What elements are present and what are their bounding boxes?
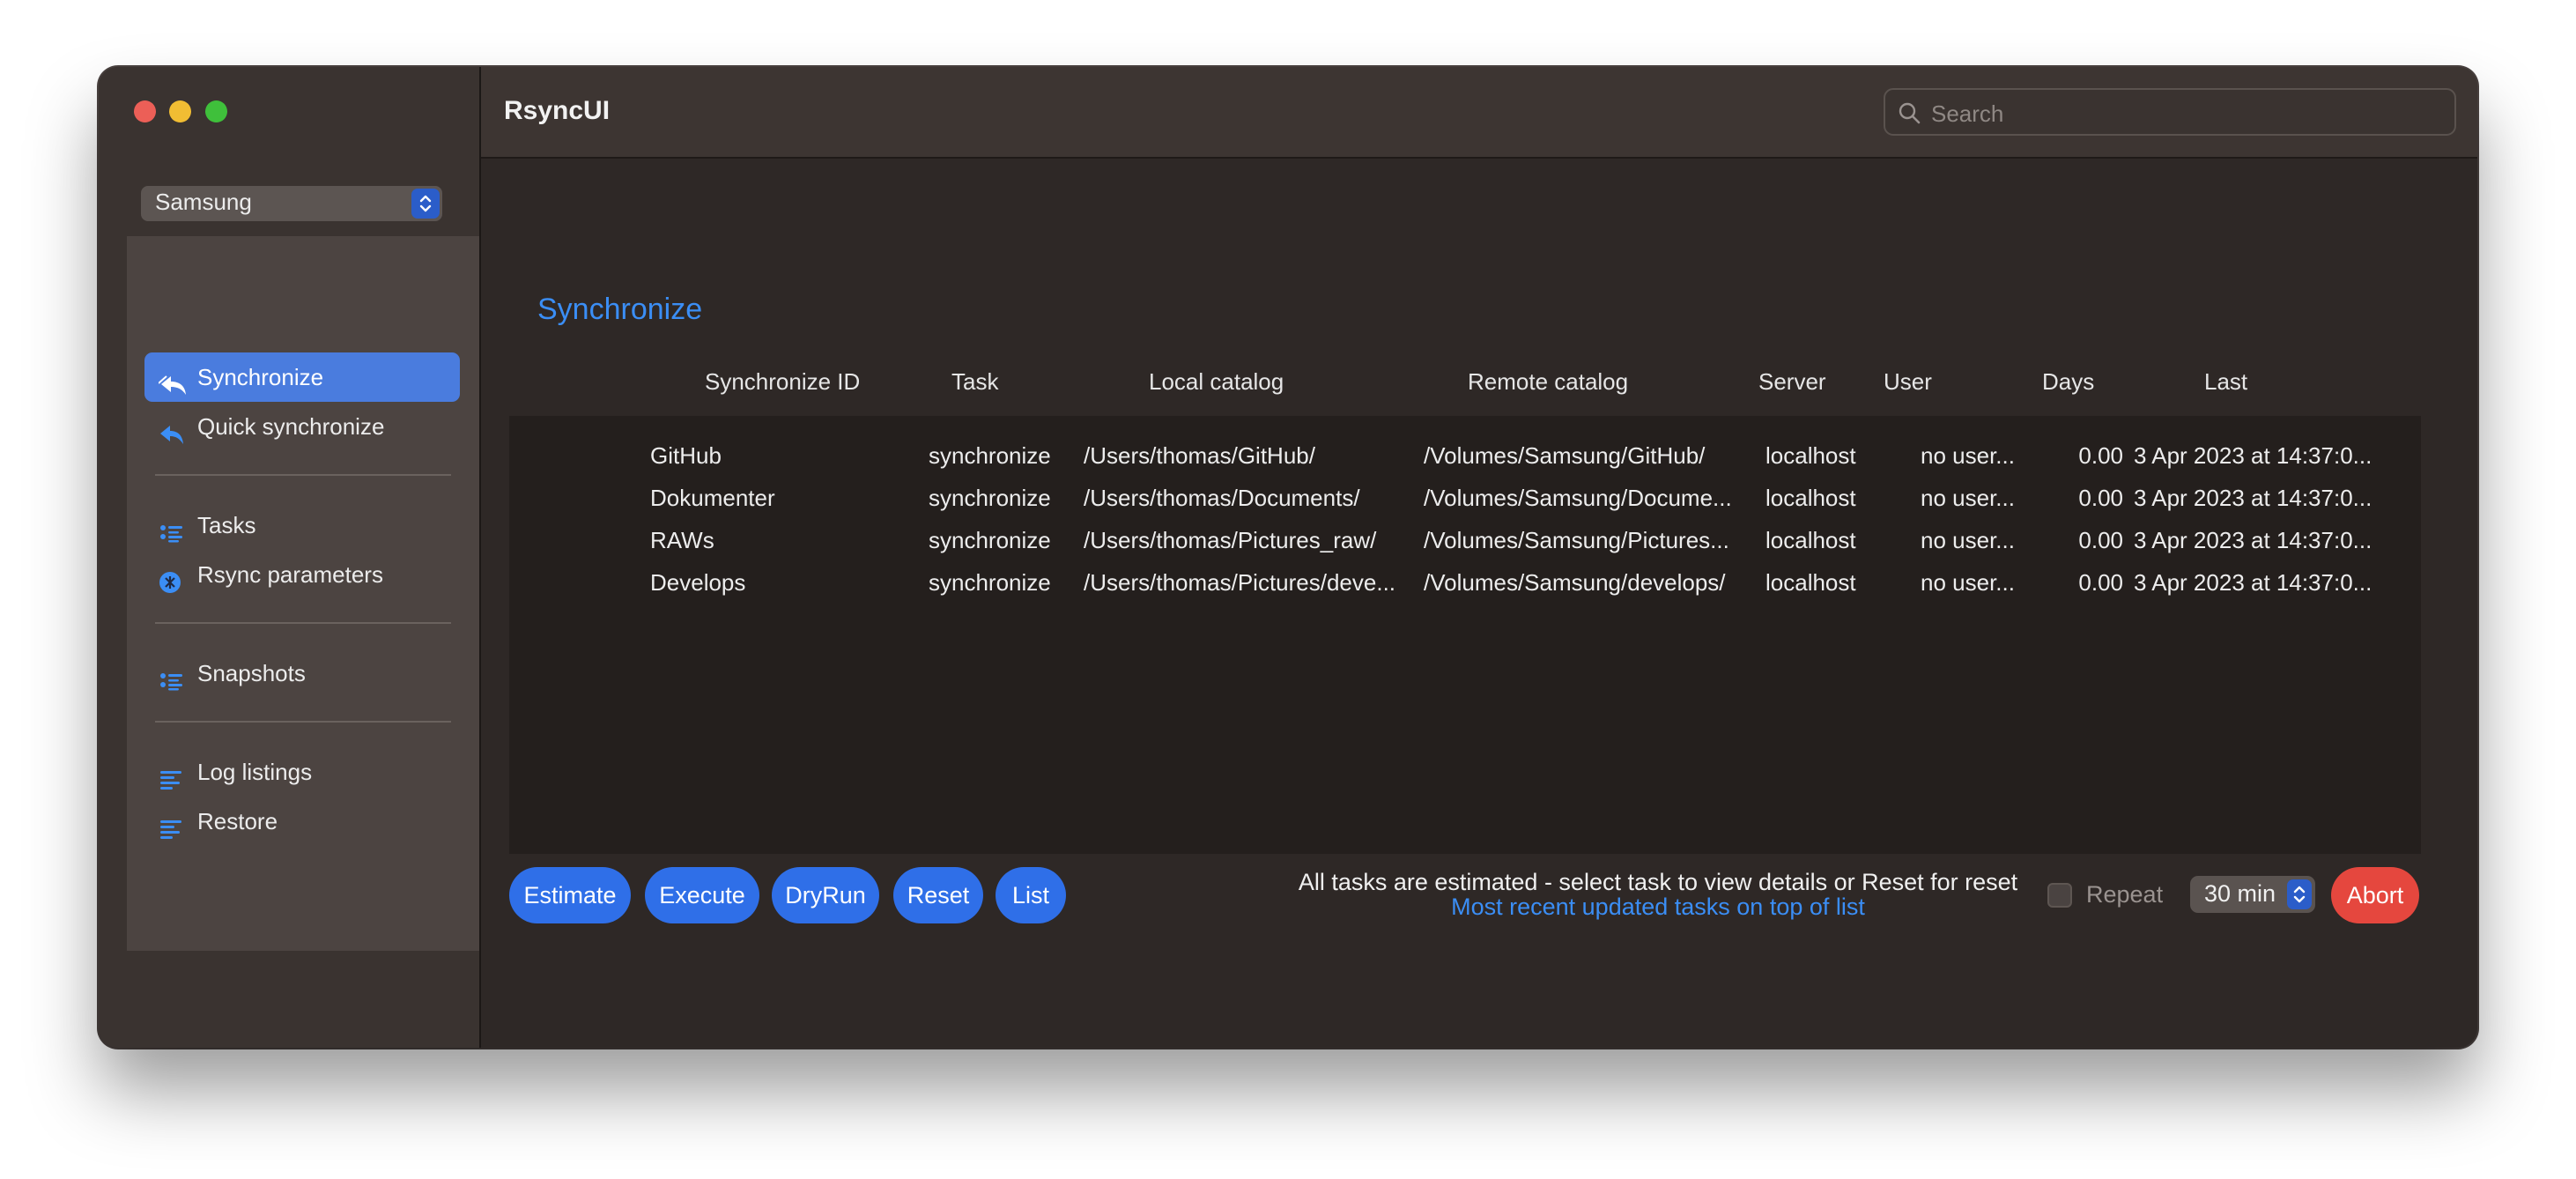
profile-select-value: Samsung (155, 189, 252, 215)
cell-server: localhost (1765, 442, 1856, 469)
app-window: Samsung Synchronize Quick synchronize Ta… (99, 67, 2477, 1048)
column-header-last[interactable]: Last (2204, 368, 2247, 396)
cell-remote-catalog: /Volumes/Samsung/develops/ (1424, 569, 1726, 596)
sidebar-item-quick-synchronize[interactable]: Quick synchronize (144, 402, 460, 451)
cell-user: no user... (1921, 527, 2015, 553)
cell-local-catalog: /Users/thomas/Pictures/deve... (1084, 569, 1396, 596)
cell-days: 0.00 (2078, 485, 2123, 511)
rsync-parameters-icon (159, 562, 185, 593)
search-field[interactable] (1884, 88, 2456, 136)
cell-task: synchronize (929, 442, 1051, 469)
cell-id: GitHub (650, 442, 722, 469)
sidebar-item-label: Rsync parameters (197, 561, 383, 588)
sidebar-nav: Synchronize Quick synchronize Tasks Rsyn… (127, 236, 479, 951)
cell-id: Develops (650, 569, 746, 596)
abort-button[interactable]: Abort (2331, 867, 2419, 923)
cell-server: localhost (1765, 569, 1856, 596)
sidebar-item-log-listings[interactable]: Log listings (144, 747, 460, 797)
cell-task: synchronize (929, 527, 1051, 553)
cell-local-catalog: /Users/thomas/Pictures_raw/ (1084, 527, 1377, 553)
title-bar: RsyncUI (481, 67, 2477, 159)
repeat-label: Repeat (2086, 881, 2164, 908)
sidebar-divider (155, 474, 451, 476)
lines-icon (159, 809, 185, 839)
zoom-window-button[interactable] (205, 100, 227, 122)
search-input[interactable] (1929, 97, 2426, 130)
table-row[interactable]: GitHub synchronize /Users/thomas/GitHub/… (509, 434, 2421, 476)
cell-last: 3 Apr 2023 at 14:37:0... (2134, 569, 2372, 596)
estimate-button[interactable]: Estimate (509, 867, 631, 923)
chevron-updown-icon (411, 189, 440, 219)
section-title: Synchronize (537, 293, 703, 326)
cell-days: 0.00 (2078, 569, 2123, 596)
cell-last: 3 Apr 2023 at 14:37:0... (2134, 527, 2372, 553)
cell-remote-catalog: /Volumes/Samsung/Pictures... (1424, 527, 1729, 553)
column-header-days[interactable]: Days (2042, 368, 2094, 396)
interval-select[interactable]: 30 min (2190, 876, 2315, 913)
sidebar-item-label: Restore (197, 808, 278, 834)
snapshot-list-icon (159, 661, 185, 691)
column-header-remote-catalog[interactable]: Remote catalog (1468, 368, 1628, 396)
cell-local-catalog: /Users/thomas/Documents/ (1084, 485, 1360, 511)
arrows-sync-icon (158, 365, 186, 395)
cell-id: Dokumenter (650, 485, 775, 511)
list-button[interactable]: List (996, 867, 1066, 923)
cell-remote-catalog: /Volumes/Samsung/GitHub/ (1424, 442, 1706, 469)
cell-server: localhost (1765, 527, 1856, 553)
cell-server: localhost (1765, 485, 1856, 511)
cell-id: RAWs (650, 527, 714, 553)
column-header-user[interactable]: User (1884, 368, 1932, 396)
close-window-button[interactable] (134, 100, 156, 122)
task-table: GitHub synchronize /Users/thomas/GitHub/… (509, 416, 2421, 854)
cell-user: no user... (1921, 569, 2015, 596)
reset-button[interactable]: Reset (893, 867, 983, 923)
sidebar-item-rsync-parameters[interactable]: Rsync parameters (144, 550, 460, 599)
cell-last: 3 Apr 2023 at 14:37:0... (2134, 485, 2372, 511)
interval-value: 30 min (2204, 880, 2276, 907)
cell-task: synchronize (929, 485, 1051, 511)
sidebar-item-label: Synchronize (197, 364, 324, 390)
sidebar-divider (155, 622, 451, 624)
arrow-back-icon (159, 414, 185, 444)
column-header-local-catalog[interactable]: Local catalog (1149, 368, 1284, 396)
sidebar-item-tasks[interactable]: Tasks (144, 501, 460, 550)
cell-remote-catalog: /Volumes/Samsung/Docume... (1424, 485, 1732, 511)
minimize-window-button[interactable] (169, 100, 191, 122)
profile-select[interactable]: Samsung (141, 186, 442, 221)
cell-user: no user... (1921, 485, 2015, 511)
table-row[interactable]: Develops synchronize /Users/thomas/Pictu… (509, 560, 2421, 603)
table-row[interactable]: RAWs synchronize /Users/thomas/Pictures_… (509, 518, 2421, 560)
dryrun-button[interactable]: DryRun (772, 867, 879, 923)
search-icon (1899, 102, 1921, 124)
app-title: RsyncUI (504, 96, 611, 125)
chevron-updown-icon (2287, 879, 2312, 909)
task-list-icon (159, 513, 185, 543)
cell-user: no user... (1921, 442, 2015, 469)
column-header-server[interactable]: Server (1758, 368, 1826, 396)
cell-local-catalog: /Users/thomas/GitHub/ (1084, 442, 1315, 469)
sidebar-item-label: Tasks (197, 512, 256, 538)
column-header-task[interactable]: Task (951, 368, 998, 396)
table-row[interactable]: Dokumenter synchronize /Users/thomas/Doc… (509, 476, 2421, 518)
sidebar-item-label: Snapshots (197, 660, 306, 686)
lines-icon (159, 760, 185, 790)
sidebar-item-label: Log listings (197, 759, 313, 785)
sidebar-item-synchronize[interactable]: Synchronize (144, 352, 460, 402)
column-header-synchronize-id[interactable]: Synchronize ID (705, 368, 860, 396)
sidebar-item-snapshots[interactable]: Snapshots (144, 649, 460, 698)
sidebar-divider (155, 721, 451, 723)
cell-task: synchronize (929, 569, 1051, 596)
cell-days: 0.00 (2078, 442, 2123, 469)
repeat-checkbox[interactable] (2047, 883, 2072, 908)
cell-days: 0.00 (2078, 527, 2123, 553)
cell-last: 3 Apr 2023 at 14:37:0... (2134, 442, 2372, 469)
execute-button[interactable]: Execute (645, 867, 759, 923)
sidebar-item-restore[interactable]: Restore (144, 797, 460, 846)
sidebar-item-label: Quick synchronize (197, 413, 385, 440)
sidebar: Samsung Synchronize Quick synchronize Ta… (99, 67, 481, 1048)
